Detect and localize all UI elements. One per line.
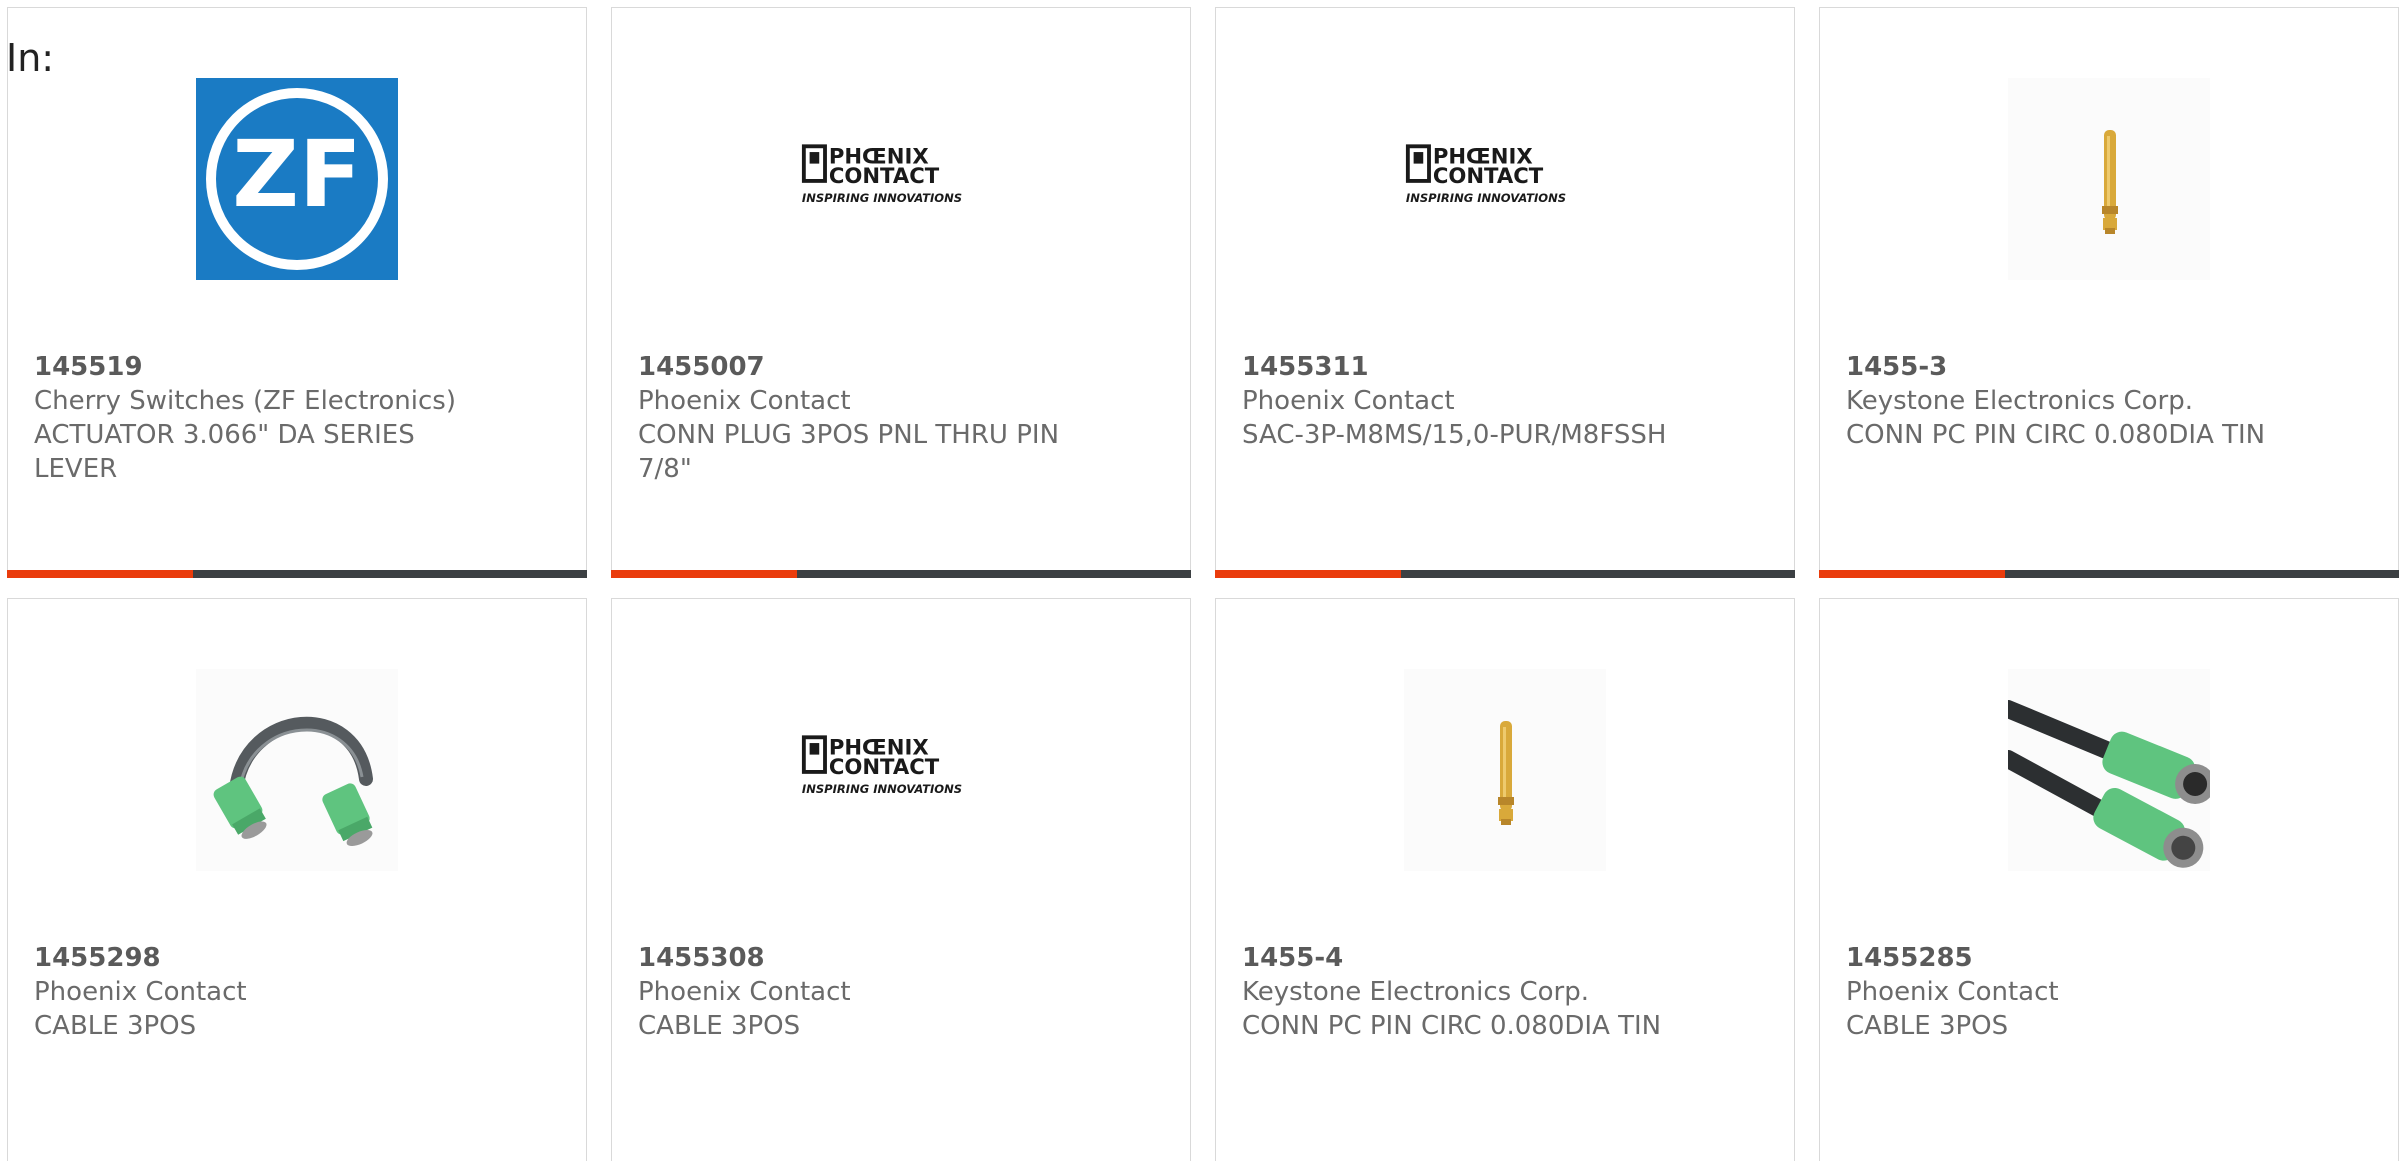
product-thumbnail[interactable] (196, 669, 398, 871)
gold-pin-image (2008, 78, 2210, 280)
product-description: CONN PC PIN CIRC 0.080DIA TIN (1242, 1011, 1662, 1041)
phoenix-logo-tagline: INSPIRING INNOVATIONS (802, 782, 962, 796)
product-thumbnail[interactable]: PHŒNIX CONTACT INSPIRING INNOVATIONS (800, 669, 1002, 871)
product-info: 1455311 Phoenix Contact SAC-3P-M8MS/15,0… (1242, 350, 1768, 452)
phoenix-logo-tagline: INSPIRING INNOVATIONS (1406, 191, 1566, 205)
manufacturer-name: Phoenix Contact (34, 977, 247, 1007)
product-grid: ZF 145519 Cherry Switches (ZF Electronic… (7, 7, 2399, 1161)
phoenix-logo-line2: CONTACT (829, 754, 940, 779)
manufacturer-name: Phoenix Contact (638, 386, 851, 416)
product-thumbnail[interactable]: ZF (196, 78, 398, 280)
product-info: 1455285 Phoenix Contact CABLE 3POS (1846, 941, 2372, 1043)
product-grid-page: In: ZF 145519 Cherry Switches (ZF Electr… (0, 0, 2400, 1161)
part-number[interactable]: 1455308 (638, 941, 1164, 975)
product-info: 1455007 Phoenix Contact CONN PLUG 3POS P… (638, 350, 1164, 486)
product-info: 1455298 Phoenix Contact CABLE 3POS (34, 941, 560, 1043)
product-description: CABLE 3POS (1846, 1011, 2009, 1041)
product-card[interactable]: PHŒNIX CONTACT INSPIRING INNOVATIONS 145… (611, 598, 1191, 1161)
phoenix-contact-logo: PHŒNIX CONTACT INSPIRING INNOVATIONS (1405, 144, 1566, 205)
zf-logo-text: ZF (232, 121, 362, 228)
product-thumbnail[interactable]: PHŒNIX CONTACT INSPIRING INNOVATIONS (1404, 78, 1606, 280)
part-number[interactable]: 145519 (34, 350, 560, 384)
product-card[interactable]: PHŒNIX CONTACT INSPIRING INNOVATIONS 145… (611, 7, 1191, 578)
product-description: CABLE 3POS (34, 1011, 197, 1041)
product-thumbnail[interactable] (2008, 78, 2210, 280)
product-card[interactable]: 1455285 Phoenix Contact CABLE 3POS (1819, 598, 2399, 1161)
phoenix-logo-tagline: INSPIRING INNOVATIONS (802, 191, 962, 205)
card-accent-bar (1819, 570, 2005, 578)
product-description: SAC-3P-M8MS/15,0-PUR/M8FSSH (1242, 420, 1667, 450)
card-bottom-bar (611, 570, 1191, 578)
manufacturer-name: Phoenix Contact (1242, 386, 1455, 416)
cable-connectors-image (2008, 669, 2210, 871)
card-bottom-bar (7, 570, 587, 578)
cable-assembly-image (196, 669, 398, 871)
product-card[interactable]: PHŒNIX CONTACT INSPIRING INNOVATIONS 145… (1215, 7, 1795, 578)
product-description: CABLE 3POS (638, 1011, 801, 1041)
zf-logo: ZF (196, 78, 398, 280)
product-info: 1455308 Phoenix Contact CABLE 3POS (638, 941, 1164, 1043)
product-card[interactable]: 1455-4 Keystone Electronics Corp. CONN P… (1215, 598, 1795, 1161)
product-info: 1455-4 Keystone Electronics Corp. CONN P… (1242, 941, 1768, 1043)
card-bottom-bar (1215, 570, 1795, 578)
phoenix-logo-line2: CONTACT (1433, 163, 1544, 188)
part-number[interactable]: 1455-3 (1846, 350, 2372, 384)
product-thumbnail[interactable] (2008, 669, 2210, 871)
phoenix-contact-logo: PHŒNIX CONTACT INSPIRING INNOVATIONS (801, 735, 962, 796)
part-number[interactable]: 1455-4 (1242, 941, 1768, 975)
manufacturer-name: Phoenix Contact (638, 977, 851, 1007)
in-label: In: (6, 36, 55, 80)
product-info: 1455-3 Keystone Electronics Corp. CONN P… (1846, 350, 2372, 452)
part-number[interactable]: 1455007 (638, 350, 1164, 384)
manufacturer-name: Keystone Electronics Corp. (1242, 977, 1590, 1007)
manufacturer-name: Phoenix Contact (1846, 977, 2059, 1007)
manufacturer-name: Cherry Switches (ZF Electronics) (34, 386, 456, 416)
product-thumbnail[interactable] (1404, 669, 1606, 871)
card-accent-bar (7, 570, 193, 578)
card-accent-bar (611, 570, 797, 578)
manufacturer-name: Keystone Electronics Corp. (1846, 386, 2194, 416)
product-card[interactable]: ZF 145519 Cherry Switches (ZF Electronic… (7, 7, 587, 578)
product-card[interactable]: 1455-3 Keystone Electronics Corp. CONN P… (1819, 7, 2399, 578)
gold-pin-image (1404, 669, 1606, 871)
part-number[interactable]: 1455298 (34, 941, 560, 975)
product-description: CONN PLUG 3POS PNL THRU PIN 7/8" (638, 420, 1060, 484)
product-card[interactable]: 1455298 Phoenix Contact CABLE 3POS (7, 598, 587, 1161)
phoenix-contact-logo: PHŒNIX CONTACT INSPIRING INNOVATIONS (801, 144, 962, 205)
product-description: ACTUATOR 3.066" DA SERIES LEVER (34, 420, 415, 484)
product-description: CONN PC PIN CIRC 0.080DIA TIN (1846, 420, 2266, 450)
phoenix-logo-line2: CONTACT (829, 163, 940, 188)
card-bottom-bar (1819, 570, 2399, 578)
part-number[interactable]: 1455285 (1846, 941, 2372, 975)
part-number[interactable]: 1455311 (1242, 350, 1768, 384)
product-thumbnail[interactable]: PHŒNIX CONTACT INSPIRING INNOVATIONS (800, 78, 1002, 280)
product-info: 145519 Cherry Switches (ZF Electronics) … (34, 350, 560, 486)
card-accent-bar (1215, 570, 1401, 578)
